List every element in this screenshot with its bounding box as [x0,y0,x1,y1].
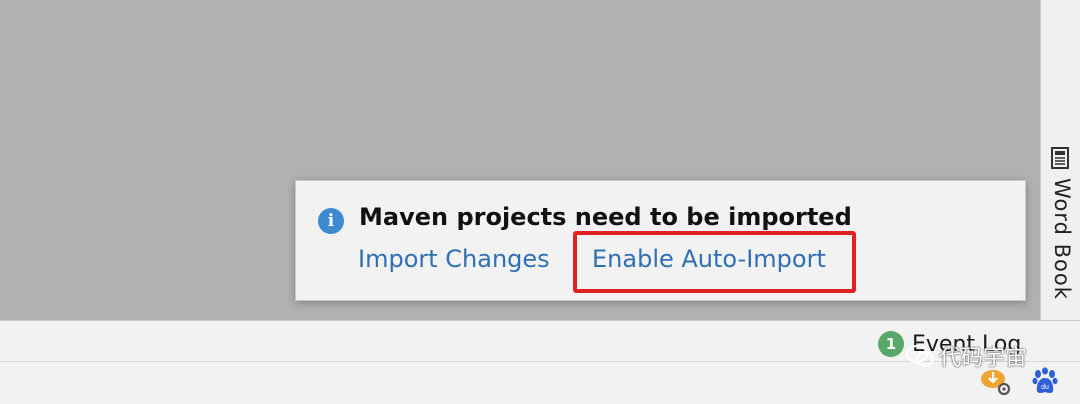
right-tool-window-bar: Word Book [1040,0,1080,320]
info-icon: i [318,208,344,234]
status-icons: du [980,366,1058,396]
event-log-badge-icon: 1 [878,331,904,357]
enable-auto-import-highlight [573,231,856,293]
import-changes-link[interactable]: Import Changes [358,245,550,273]
word-book-tab[interactable]: Word Book [1045,178,1079,302]
book-icon[interactable] [1050,147,1070,169]
svg-text:du: du [1041,384,1049,391]
wechat-icon [906,345,934,367]
baidu-paw-icon[interactable]: du [1032,367,1058,395]
notification-title: Maven projects need to be imported [359,203,852,231]
download-settings-icon[interactable] [980,366,1010,396]
